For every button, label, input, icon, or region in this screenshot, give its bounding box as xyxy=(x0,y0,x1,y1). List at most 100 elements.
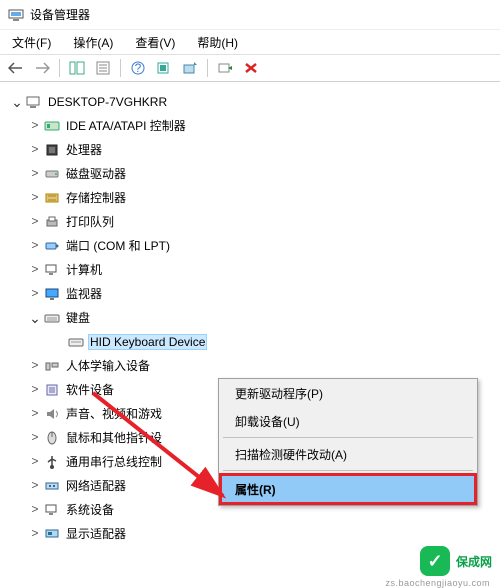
expand-icon[interactable] xyxy=(28,359,42,373)
watermark: ✓ 保成网 xyxy=(420,546,492,576)
tree-item-ide[interactable]: IDE ATA/ATAPI 控制器 xyxy=(4,114,496,138)
tree-label: 网络适配器 xyxy=(64,478,128,494)
toolbar: ? xyxy=(0,54,500,82)
expand-icon[interactable] xyxy=(28,215,42,229)
ctx-scan[interactable]: 扫描检测硬件改动(A) xyxy=(219,440,477,468)
tree-label: 声音、视频和游戏 xyxy=(64,406,164,422)
svg-text:?: ? xyxy=(135,61,142,75)
tree-label: 系统设备 xyxy=(64,502,116,518)
port-icon xyxy=(44,238,60,254)
storage-controller-icon xyxy=(44,190,60,206)
titlebar: 设备管理器 xyxy=(0,0,500,30)
help-button[interactable]: ? xyxy=(126,57,150,79)
tree-label: 键盘 xyxy=(64,310,92,326)
expand-icon[interactable] xyxy=(28,263,42,277)
expand-icon[interactable] xyxy=(28,383,42,397)
forward-button[interactable] xyxy=(30,57,54,79)
menu-view[interactable]: 查看(V) xyxy=(129,32,181,53)
tree-item-keyboard[interactable]: 键盘 xyxy=(4,306,496,330)
toolbar-sep xyxy=(207,59,208,77)
system-icon xyxy=(44,502,60,518)
disk-icon xyxy=(44,166,60,182)
tree-item-hid[interactable]: 人体学输入设备 xyxy=(4,354,496,378)
properties-button[interactable] xyxy=(91,57,115,79)
tree-label: 鼠标和其他指针设 xyxy=(64,430,164,446)
menu-help[interactable]: 帮助(H) xyxy=(191,32,244,53)
ide-icon xyxy=(44,118,60,134)
menu-file[interactable]: 文件(F) xyxy=(6,32,57,53)
computer-icon xyxy=(26,94,42,110)
watermark-badge-icon: ✓ xyxy=(420,546,450,576)
expand-icon[interactable] xyxy=(28,119,42,133)
ctx-label: 扫描检测硬件改动(A) xyxy=(235,446,347,463)
tree-label: 通用串行总线控制 xyxy=(64,454,164,470)
tree-label: 软件设备 xyxy=(64,382,116,398)
tree-item-disk[interactable]: 磁盘驱动器 xyxy=(4,162,496,186)
expand-icon[interactable] xyxy=(28,455,42,469)
cpu-icon xyxy=(44,142,60,158)
expand-icon[interactable] xyxy=(28,287,42,301)
usb-icon xyxy=(44,454,60,470)
tree-root[interactable]: DESKTOP-7VGHKRR xyxy=(4,90,496,114)
update-driver-button[interactable] xyxy=(178,57,202,79)
toolbar-sep xyxy=(120,59,121,77)
expand-icon[interactable] xyxy=(28,431,42,445)
tree-item-ports[interactable]: 端口 (COM 和 LPT) xyxy=(4,234,496,258)
network-icon xyxy=(44,478,60,494)
menu-action[interactable]: 操作(A) xyxy=(67,32,119,53)
tree-label: 存储控制器 xyxy=(64,190,128,206)
tree-label-selected: HID Keyboard Device xyxy=(88,334,207,350)
toolbar-sep xyxy=(59,59,60,77)
tree-label: IDE ATA/ATAPI 控制器 xyxy=(64,118,188,134)
sound-icon xyxy=(44,406,60,422)
expand-icon[interactable] xyxy=(28,143,42,157)
software-icon xyxy=(44,382,60,398)
show-hide-tree-button[interactable] xyxy=(65,57,89,79)
expand-icon[interactable] xyxy=(28,191,42,205)
expand-icon[interactable] xyxy=(28,239,42,253)
uninstall-button[interactable] xyxy=(239,57,263,79)
keyboard-icon xyxy=(68,334,84,350)
tree-item-storage[interactable]: 存储控制器 xyxy=(4,186,496,210)
tree-label: 磁盘驱动器 xyxy=(64,166,128,182)
mouse-icon xyxy=(44,430,60,446)
tree-item-cpu[interactable]: 处理器 xyxy=(4,138,496,162)
tree-label: 打印队列 xyxy=(64,214,116,230)
ctx-update-driver[interactable]: 更新驱动程序(P) xyxy=(219,379,477,407)
enable-button[interactable] xyxy=(213,57,237,79)
watermark-sub: zs.baochengjiaoyu.com xyxy=(385,578,490,588)
tree-label: 端口 (COM 和 LPT) xyxy=(64,238,172,254)
expand-icon[interactable] xyxy=(28,407,42,421)
tree-label: 人体学输入设备 xyxy=(64,358,152,374)
menubar: 文件(F) 操作(A) 查看(V) 帮助(H) xyxy=(0,30,500,54)
pc-icon xyxy=(44,262,60,278)
ctx-separator xyxy=(223,437,473,438)
tree-item-hid-keyboard[interactable]: HID Keyboard Device xyxy=(4,330,496,354)
tree-label: 处理器 xyxy=(64,142,104,158)
tree-item-display[interactable]: 显示适配器 xyxy=(4,522,496,546)
back-button[interactable] xyxy=(4,57,28,79)
tree-item-monitor[interactable]: 监视器 xyxy=(4,282,496,306)
ctx-label: 更新驱动程序(P) xyxy=(235,385,323,402)
ctx-uninstall[interactable]: 卸载设备(U) xyxy=(219,407,477,435)
context-menu: 更新驱动程序(P) 卸载设备(U) 扫描检测硬件改动(A) 属性(R) xyxy=(218,378,478,506)
tree-label: 显示适配器 xyxy=(64,526,128,542)
window-title: 设备管理器 xyxy=(30,6,90,23)
expand-icon[interactable] xyxy=(28,503,42,517)
ctx-separator xyxy=(223,470,473,471)
expand-icon[interactable] xyxy=(28,479,42,493)
watermark-text: 保成网 xyxy=(456,553,492,570)
tree-item-computer[interactable]: 计算机 xyxy=(4,258,496,282)
expand-icon[interactable] xyxy=(28,527,42,541)
ctx-label: 卸载设备(U) xyxy=(235,413,300,430)
ctx-label: 属性(R) xyxy=(235,481,276,498)
expand-icon[interactable] xyxy=(10,95,24,109)
scan-button[interactable] xyxy=(152,57,176,79)
tree-item-printqueue[interactable]: 打印队列 xyxy=(4,210,496,234)
tree-label: 计算机 xyxy=(64,262,104,278)
keyboard-icon xyxy=(44,310,60,326)
ctx-properties[interactable]: 属性(R) xyxy=(219,473,477,505)
expand-icon[interactable] xyxy=(28,167,42,181)
expand-icon[interactable] xyxy=(28,311,42,325)
monitor-icon xyxy=(44,286,60,302)
